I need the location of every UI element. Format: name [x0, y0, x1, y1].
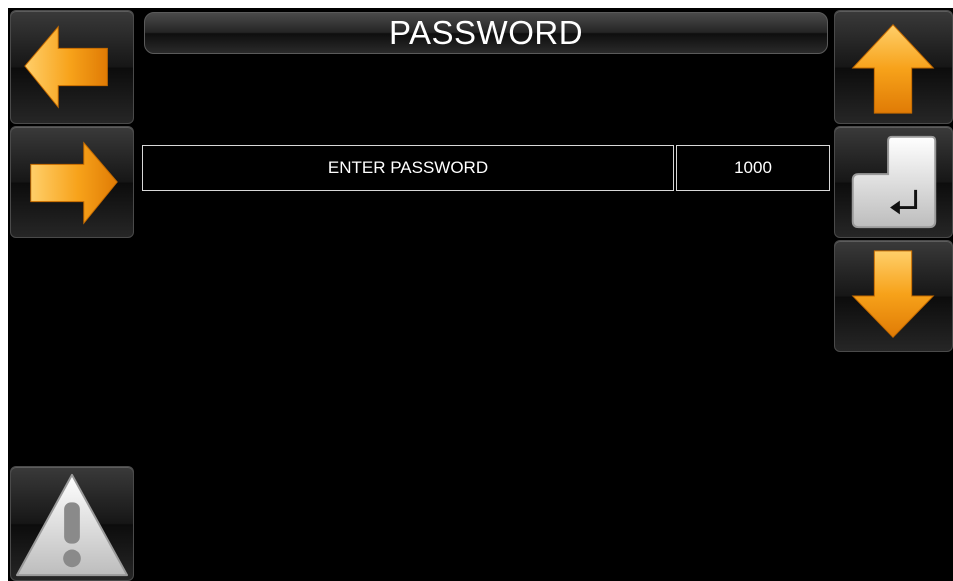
alarm-button[interactable] — [10, 466, 134, 581]
password-label: ENTER PASSWORD — [142, 145, 674, 191]
enter-button[interactable] — [834, 126, 953, 238]
arrow-right-icon — [30, 141, 118, 225]
arrow-left-icon — [24, 25, 108, 109]
password-input[interactable]: 1000 — [676, 145, 830, 191]
arrow-down-icon — [851, 250, 935, 338]
enter-key-icon — [851, 135, 937, 229]
left-arrow-button[interactable] — [10, 10, 134, 124]
page-title: PASSWORD — [144, 12, 828, 54]
hmi-screen: PASSWORD ENTER PASSWORD 1000 — [8, 8, 953, 581]
down-arrow-button[interactable] — [834, 240, 953, 352]
warning-icon — [15, 473, 129, 577]
right-arrow-button[interactable] — [10, 126, 134, 238]
arrow-up-icon — [851, 24, 935, 114]
up-arrow-button[interactable] — [834, 10, 953, 124]
